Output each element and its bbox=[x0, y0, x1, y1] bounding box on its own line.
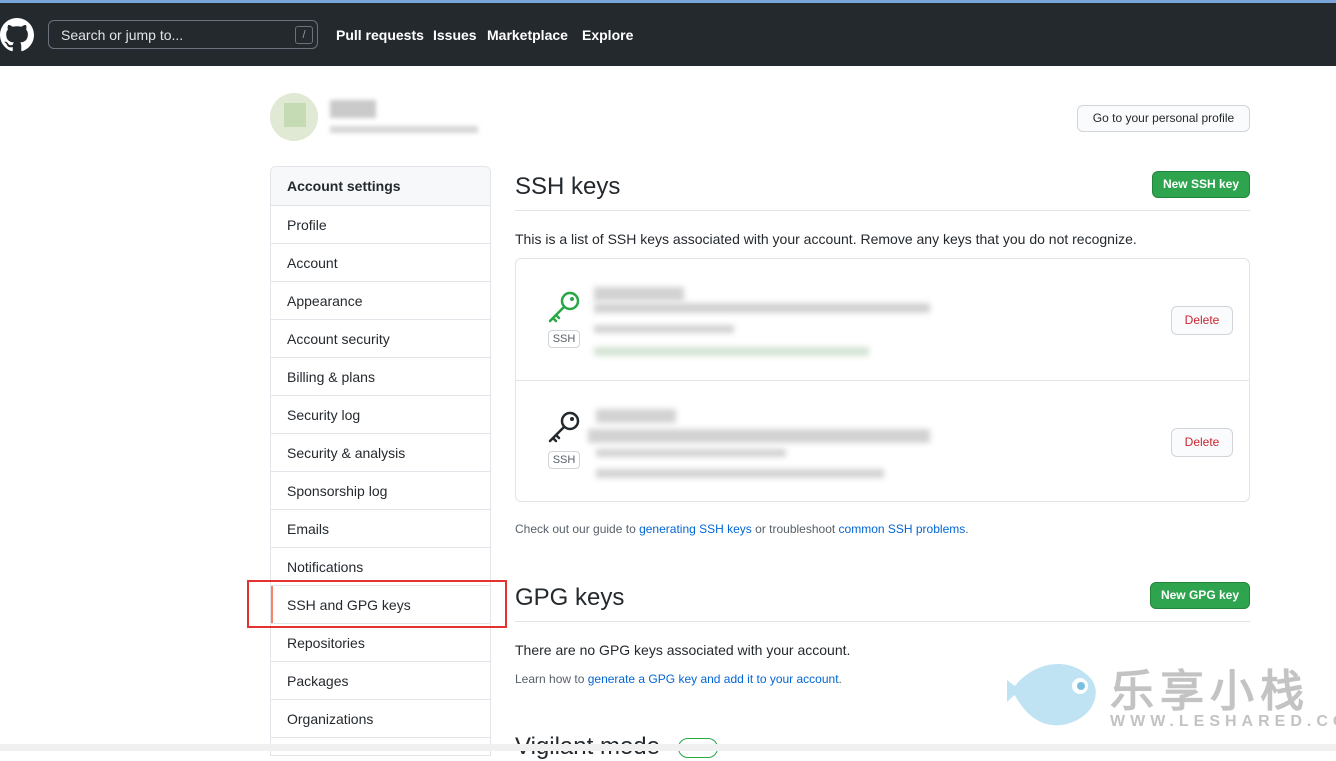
nav-marketplace[interactable]: Marketplace bbox=[487, 27, 568, 43]
redacted-key-title bbox=[596, 409, 676, 423]
search-shortcut-badge: / bbox=[295, 26, 313, 44]
sidebar-item-organizations[interactable]: Organizations bbox=[271, 700, 490, 738]
common-ssh-problems-link[interactable]: common SSH problems bbox=[839, 522, 966, 536]
redacted-key-usage bbox=[596, 469, 884, 478]
list-item: SSH Delete bbox=[516, 381, 1249, 502]
guide-text: Check out our guide to bbox=[515, 522, 640, 536]
redacted-key-fingerprint bbox=[588, 429, 930, 443]
redacted-account-type bbox=[330, 126, 478, 133]
gpg-empty-message: There are no GPG keys associated with yo… bbox=[515, 642, 851, 658]
sidebar-item-billing[interactable]: Billing & plans bbox=[271, 358, 490, 396]
personal-profile-button[interactable]: Go to your personal profile bbox=[1077, 105, 1250, 132]
sidebar-item-emails[interactable]: Emails bbox=[271, 510, 490, 548]
ssh-type-label: SSH bbox=[548, 330, 580, 348]
redacted-key-usage bbox=[594, 347, 869, 356]
gpg-learn-note: Learn how to generate a GPG key and add … bbox=[515, 672, 842, 686]
guide-text: . bbox=[965, 522, 969, 536]
nav-explore[interactable]: Explore bbox=[582, 27, 633, 43]
redacted-key-fingerprint bbox=[594, 303, 930, 313]
sidebar-item-repositories[interactable]: Repositories bbox=[271, 624, 490, 662]
key-icon bbox=[548, 291, 580, 323]
ssh-divider bbox=[515, 210, 1250, 211]
watermark-text: 乐享小栈 bbox=[1110, 667, 1310, 716]
new-ssh-key-button[interactable]: New SSH key bbox=[1152, 171, 1250, 198]
sidebar-item-security-log[interactable]: Security log bbox=[271, 396, 490, 434]
delete-key-button[interactable]: Delete bbox=[1171, 306, 1233, 335]
avatar[interactable] bbox=[270, 93, 318, 141]
ssh-keys-title: SSH keys bbox=[515, 173, 621, 200]
sidebar-item-sponsorship-log[interactable]: Sponsorship log bbox=[271, 472, 490, 510]
learn-text: Learn how to bbox=[515, 672, 588, 686]
github-logo-icon[interactable] bbox=[0, 18, 34, 52]
sidebar-item-profile[interactable]: Profile bbox=[271, 206, 490, 244]
sidebar-item-account-security[interactable]: Account security bbox=[271, 320, 490, 358]
learn-text: . bbox=[838, 672, 842, 686]
sidebar-item-appearance[interactable]: Appearance bbox=[271, 282, 490, 320]
settings-sidebar: Account settings Profile Account Appeara… bbox=[270, 166, 491, 756]
new-gpg-key-button[interactable]: New GPG key bbox=[1150, 582, 1250, 609]
ssh-keys-list: SSH Delete SSH Delete bbox=[515, 258, 1250, 502]
sidebar-item-packages[interactable]: Packages bbox=[271, 662, 490, 700]
redacted-username bbox=[330, 100, 376, 118]
annotation-highlight-box bbox=[247, 580, 507, 628]
sidebar-heading: Account settings bbox=[271, 167, 490, 206]
sidebar-item-security-analysis[interactable]: Security & analysis bbox=[271, 434, 490, 472]
search-placeholder: Search or jump to... bbox=[61, 27, 184, 43]
generating-ssh-keys-link[interactable]: generating SSH keys bbox=[639, 522, 752, 536]
ssh-description: This is a list of SSH keys associated wi… bbox=[515, 231, 1137, 247]
ssh-type-label: SSH bbox=[548, 451, 580, 469]
nav-issues[interactable]: Issues bbox=[433, 27, 477, 43]
global-header: Search or jump to... / Pull requests Iss… bbox=[0, 3, 1336, 66]
redacted-key-date bbox=[594, 325, 734, 333]
redacted-key-date bbox=[596, 449, 786, 457]
nav-pull-requests[interactable]: Pull requests bbox=[336, 27, 424, 43]
key-icon bbox=[548, 411, 580, 443]
redacted-key-title bbox=[594, 287, 684, 301]
guide-text: or troubleshoot bbox=[751, 522, 839, 536]
delete-key-button[interactable]: Delete bbox=[1171, 428, 1233, 457]
generate-gpg-key-link[interactable]: generate a GPG key and add it to your ac… bbox=[588, 672, 839, 686]
search-input[interactable]: Search or jump to... / bbox=[48, 20, 318, 49]
gpg-divider bbox=[515, 621, 1250, 622]
watermark-url: WWW.LESHARED.COM bbox=[1110, 713, 1336, 730]
window-bottom-edge bbox=[0, 744, 1336, 751]
sidebar-item-account[interactable]: Account bbox=[271, 244, 490, 282]
ssh-guide-note: Check out our guide to generating SSH ke… bbox=[515, 522, 969, 536]
gpg-keys-title: GPG keys bbox=[515, 584, 625, 611]
list-item: SSH Delete bbox=[516, 259, 1249, 380]
